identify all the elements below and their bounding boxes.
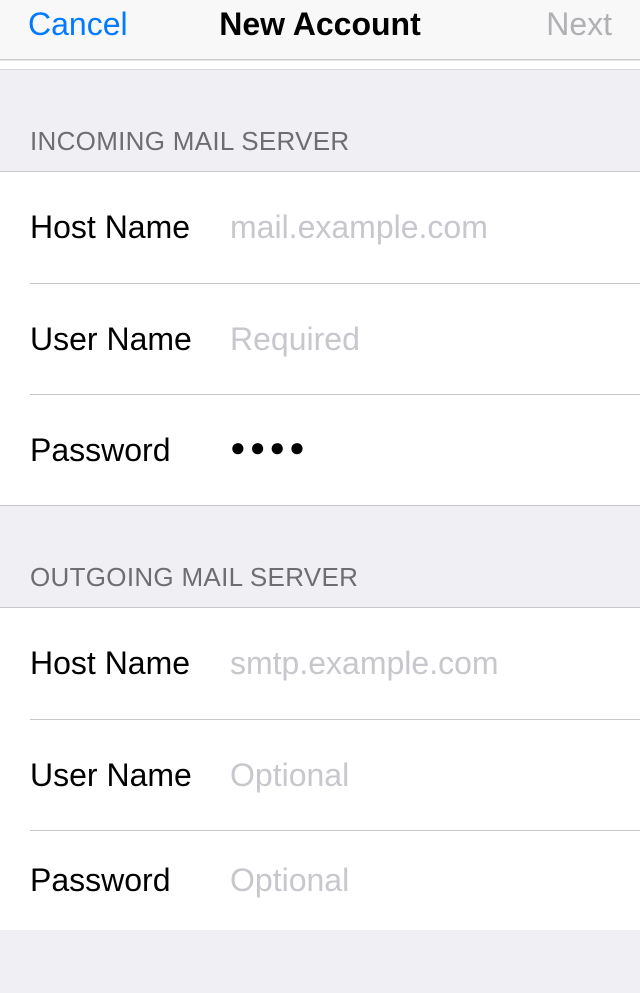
incoming-password-value[interactable] (230, 446, 309, 463)
outgoing-password-row[interactable]: Password (30, 830, 640, 930)
outgoing-user-row[interactable]: User Name (30, 719, 640, 830)
outgoing-section-header: OUTGOING MAIL SERVER (0, 506, 640, 607)
page-title: New Account (168, 6, 472, 43)
cancel-button[interactable]: Cancel (28, 6, 168, 43)
user-name-label: User Name (30, 757, 230, 794)
incoming-user-row[interactable]: User Name (30, 283, 640, 394)
incoming-section-header: INCOMING MAIL SERVER (0, 70, 640, 171)
password-label: Password (30, 862, 230, 899)
password-label: Password (30, 432, 230, 469)
navigation-bar: Cancel New Account Next (0, 0, 640, 60)
outgoing-host-input[interactable] (230, 645, 610, 682)
user-name-label: User Name (30, 321, 230, 358)
incoming-user-input[interactable] (230, 321, 610, 358)
outgoing-section: Host Name User Name Password (0, 607, 640, 930)
separator-strip (0, 60, 640, 70)
incoming-password-row[interactable]: Password (30, 394, 640, 505)
incoming-section: Host Name User Name Password (0, 171, 640, 506)
host-name-label: Host Name (30, 209, 230, 246)
outgoing-user-input[interactable] (230, 757, 610, 794)
next-button: Next (472, 6, 612, 43)
outgoing-password-input[interactable] (230, 862, 610, 899)
outgoing-host-row[interactable]: Host Name (0, 608, 640, 719)
host-name-label: Host Name (30, 645, 230, 682)
incoming-host-row[interactable]: Host Name (0, 172, 640, 283)
incoming-host-input[interactable] (230, 209, 610, 246)
